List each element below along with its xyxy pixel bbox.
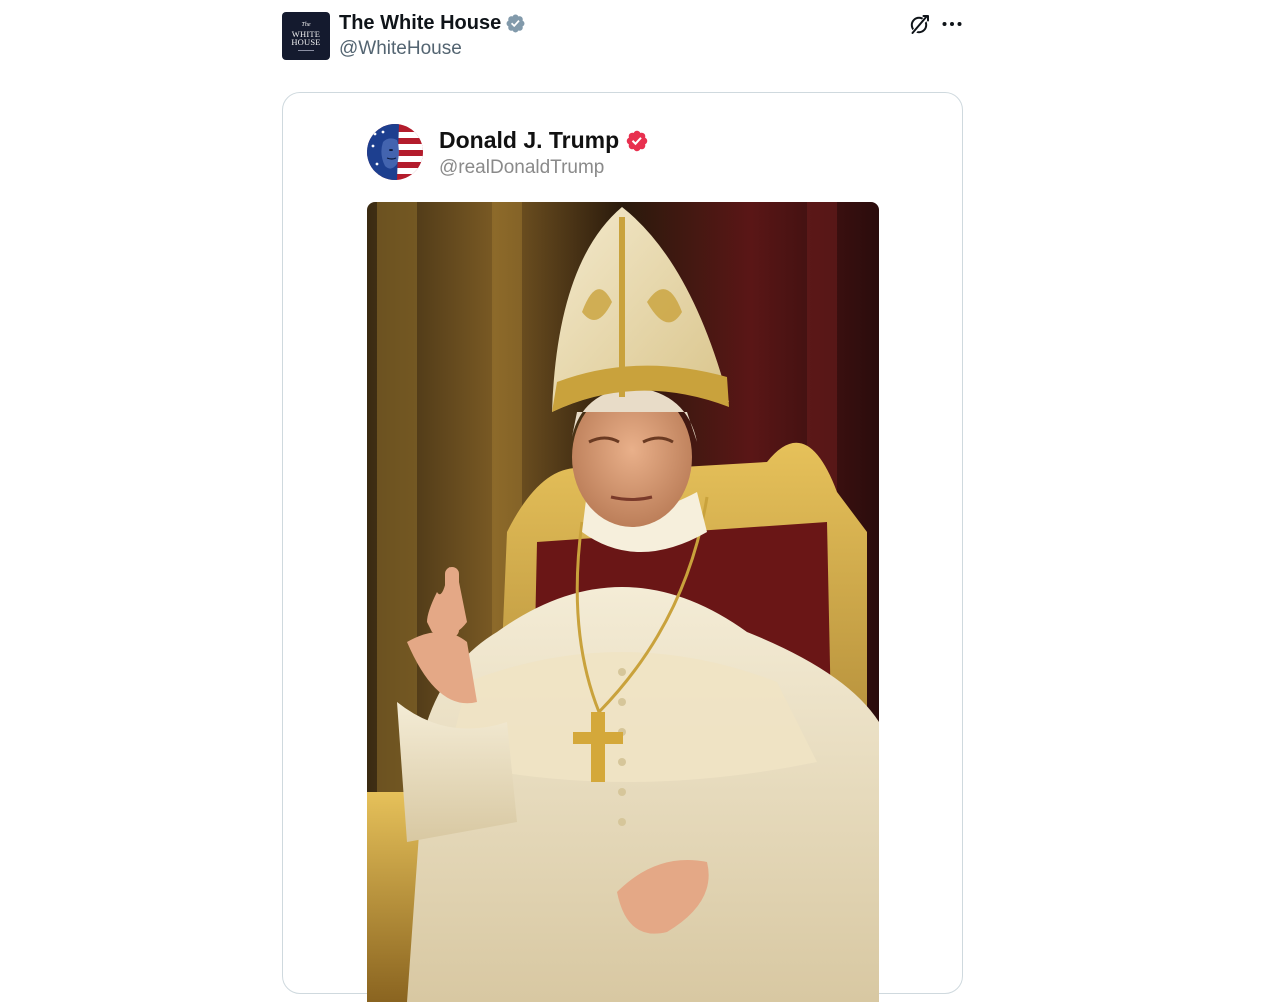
post: The WHITE HOUSE The White House @WhiteHo… [282,0,963,1002]
author-name-row: The White House [339,12,526,35]
white-house-avatar[interactable]: The WHITE HOUSE [282,12,330,60]
grok-icon[interactable] [908,12,932,36]
author-display-name[interactable]: The White House [339,12,501,35]
trump-avatar[interactable] [367,124,423,180]
more-horizontal-icon[interactable] [941,12,963,36]
author-handle[interactable]: @WhiteHouse [339,38,462,60]
quoted-author-name-row: Donald J. Trump [439,127,649,154]
quoted-post-image[interactable] [367,202,879,1002]
quoted-post-card[interactable]: Donald J. Trump @realDonaldTrump [282,92,963,1002]
portrait-image [367,202,879,1002]
quoted-author-display-name[interactable]: Donald J. Trump [439,127,619,154]
quoted-author-handle[interactable]: @realDonaldTrump [439,157,604,179]
verified-badge-icon [506,14,525,33]
verified-badge-icon [626,130,648,151]
